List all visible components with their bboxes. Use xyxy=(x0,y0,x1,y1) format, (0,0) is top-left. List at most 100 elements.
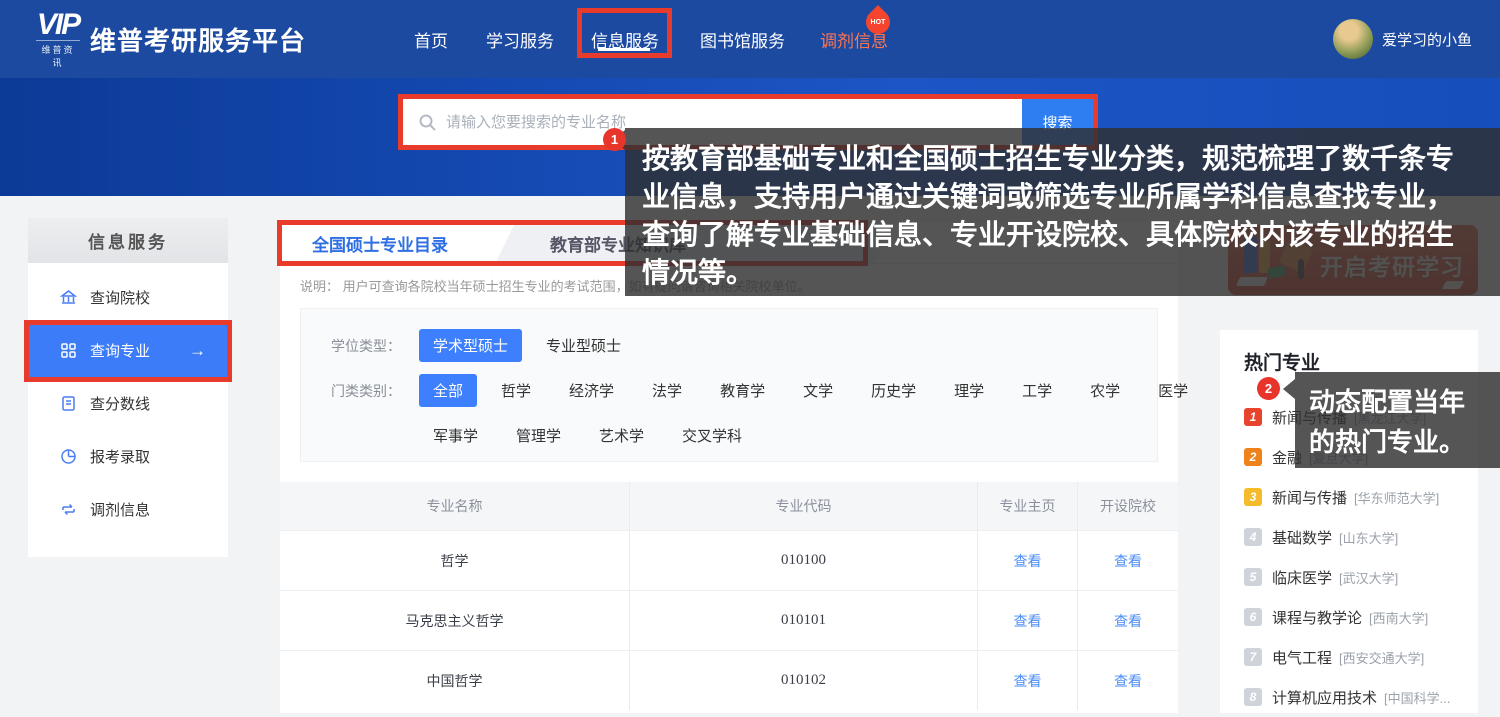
sidebar-item-label: 查分数线 xyxy=(90,393,150,414)
hot-major-item[interactable]: 3 新闻与传播 [华东师范大学] xyxy=(1220,477,1478,517)
filter-chip-philosophy[interactable]: 哲学 xyxy=(487,374,545,407)
nav-item-library-services[interactable]: 图书馆服务 xyxy=(700,0,785,78)
hot-major-name: 临床医学 xyxy=(1272,567,1332,588)
filter-chip-medicine[interactable]: 医学 xyxy=(1144,374,1202,407)
hot-majors-title: 热门专业 xyxy=(1244,348,1478,375)
filter-chip-professional-master[interactable]: 专业型硕士 xyxy=(532,329,635,362)
hot-major-name: 计算机应用技术 xyxy=(1272,687,1377,708)
filter-chip-education[interactable]: 教育学 xyxy=(706,374,779,407)
nav-item-study-services[interactable]: 学习服务 xyxy=(486,0,554,78)
majors-table: 专业名称 专业代码 专业主页 开设院校 哲学 010100 查看 查看 马克思主… xyxy=(280,482,1178,710)
table-row: 马克思主义哲学 010101 查看 查看 xyxy=(280,590,1178,650)
tab-national-master-catalog[interactable]: 全国硕士专业目录 xyxy=(280,222,480,264)
school-icon xyxy=(60,289,77,306)
sidebar-item-label: 查询专业 xyxy=(90,340,150,361)
hot-major-name: 课程与教学论 xyxy=(1272,607,1362,628)
filter-chip-all[interactable]: 全部 xyxy=(419,374,477,407)
nav-item-info-services[interactable]: 信息服务 xyxy=(591,0,659,78)
hot-major-item[interactable]: 8 计算机应用技术 [中国科学... xyxy=(1220,677,1478,717)
col-header-major-homepage: 专业主页 xyxy=(978,482,1078,530)
grid-icon xyxy=(60,342,77,359)
table-row: 中国哲学 010102 查看 查看 xyxy=(280,650,1178,710)
filter-chip-literature[interactable]: 文学 xyxy=(789,374,847,407)
swap-arrows-icon xyxy=(60,501,77,518)
callout-note-1: 按教育部基础专业和全国硕士招生专业分类，规范梳理了数千条专业信息，支持用户通过关… xyxy=(625,128,1500,296)
top-navbar: VIP 维普资讯 维普考研服务平台 首页 学习服务 信息服务 图书馆服务 调剂信… xyxy=(0,0,1500,78)
filter-chip-management[interactable]: 管理学 xyxy=(502,419,575,452)
filter-chip-agriculture[interactable]: 农学 xyxy=(1076,374,1134,407)
sidebar-item-label: 查询院校 xyxy=(90,287,150,308)
hot-major-item[interactable]: 4 基础数学 [山东大学] xyxy=(1220,517,1478,557)
document-icon xyxy=(60,395,77,412)
callout-badge-2: 2 xyxy=(1257,377,1280,400)
filter-chip-art[interactable]: 艺术学 xyxy=(585,419,658,452)
sidebar-menu: 查询院校 查询专业 → 查分数线 报考录取 调剂信息 xyxy=(28,263,228,536)
category-filter-label: 门类类别： xyxy=(331,381,409,401)
major-code-cell: 010100 xyxy=(630,531,978,590)
rank-badge: 4 xyxy=(1244,528,1262,546)
filter-chip-economics[interactable]: 经济学 xyxy=(555,374,628,407)
sidebar-item-query-majors[interactable]: 查询专业 → xyxy=(28,324,228,377)
sidebar-item-query-schools[interactable]: 查询院校 xyxy=(28,271,228,324)
major-name-cell: 马克思主义哲学 xyxy=(280,591,630,650)
major-code-cell: 010102 xyxy=(630,651,978,710)
filter-chip-academic-master[interactable]: 学术型硕士 xyxy=(419,329,522,362)
rank-badge: 2 xyxy=(1244,448,1262,466)
hot-major-school: [山东大学] xyxy=(1339,528,1398,547)
rank-badge: 3 xyxy=(1244,488,1262,506)
hot-major-name: 基础数学 xyxy=(1272,527,1332,548)
view-schools-link[interactable]: 查看 xyxy=(1114,611,1142,631)
view-schools-link[interactable]: 查看 xyxy=(1114,551,1142,571)
user-avatar[interactable] xyxy=(1333,19,1373,59)
filter-chip-interdisciplinary[interactable]: 交叉学科 xyxy=(668,419,756,452)
filter-chip-science[interactable]: 理学 xyxy=(940,374,998,407)
major-code-cell: 010101 xyxy=(630,591,978,650)
sidebar-item-admission[interactable]: 报考录取 xyxy=(28,430,228,483)
logo-vip-text: VIP xyxy=(36,10,80,40)
left-sidebar: 信息服务 查询院校 查询专业 → 查分数线 报考录取 xyxy=(28,218,228,557)
col-header-offering-schools: 开设院校 xyxy=(1078,482,1178,530)
degree-filter-label: 学位类型： xyxy=(331,336,409,356)
hot-major-school: [华东师范大学] xyxy=(1354,488,1439,507)
hot-major-item[interactable]: 7 电气工程 [西安交通大学] xyxy=(1220,637,1478,677)
sidebar-item-query-scores[interactable]: 查分数线 xyxy=(28,377,228,430)
arrow-right-icon: → xyxy=(189,341,206,361)
view-homepage-link[interactable]: 查看 xyxy=(1014,671,1042,691)
hot-major-school: [西安交通大学] xyxy=(1339,648,1424,667)
active-nav-underline xyxy=(598,48,650,51)
sidebar-item-adjustment-info[interactable]: 调剂信息 xyxy=(28,483,228,536)
view-homepage-link[interactable]: 查看 xyxy=(1014,551,1042,571)
hot-major-school: [西南大学] xyxy=(1369,608,1428,627)
site-logo[interactable]: VIP 维普资讯 维普考研服务平台 xyxy=(36,11,306,67)
sidebar-item-label: 报考录取 xyxy=(90,446,150,467)
rank-badge: 5 xyxy=(1244,568,1262,586)
table-row: 哲学 010100 查看 查看 xyxy=(280,530,1178,590)
vip-logo-icon: VIP 维普资讯 xyxy=(36,10,80,69)
major-name-cell: 哲学 xyxy=(280,531,630,590)
filter-chip-engineering[interactable]: 工学 xyxy=(1008,374,1066,407)
hot-major-item[interactable]: 5 临床医学 [武汉大学] xyxy=(1220,557,1478,597)
pie-chart-icon xyxy=(60,448,77,465)
view-schools-link[interactable]: 查看 xyxy=(1114,671,1142,691)
col-header-major-code: 专业代码 xyxy=(630,482,978,530)
rank-badge: 6 xyxy=(1244,608,1262,626)
filter-chip-law[interactable]: 法学 xyxy=(638,374,696,407)
filter-chip-history[interactable]: 历史学 xyxy=(857,374,930,407)
filter-chip-military[interactable]: 军事学 xyxy=(419,419,492,452)
sidebar-item-label: 调剂信息 xyxy=(90,499,150,520)
filter-panel: 学位类型： 学术型硕士 专业型硕士 门类类别： 全部 哲学 经济学 法学 教育学… xyxy=(300,308,1158,462)
major-name-cell: 中国哲学 xyxy=(280,651,630,710)
rank-badge: 8 xyxy=(1244,688,1262,706)
view-homepage-link[interactable]: 查看 xyxy=(1014,611,1042,631)
user-name: 爱学习的小鱼 xyxy=(1382,0,1472,78)
nav-item-home[interactable]: 首页 xyxy=(414,0,448,78)
logo-subtitle: 维普资讯 xyxy=(36,40,80,69)
callout-arrow xyxy=(1283,379,1295,399)
site-title: 维普考研服务平台 xyxy=(90,21,306,58)
hot-major-school: [武汉大学] xyxy=(1339,568,1398,587)
hot-major-school: [中国科学... xyxy=(1384,688,1450,707)
hot-major-name: 新闻与传播 xyxy=(1272,487,1347,508)
hot-major-item[interactable]: 6 课程与教学论 [西南大学] xyxy=(1220,597,1478,637)
search-icon xyxy=(419,114,436,131)
category-filter-row-1: 门类类别： 全部 哲学 经济学 法学 教育学 文学 历史学 理学 工学 农学 医… xyxy=(331,374,1157,407)
